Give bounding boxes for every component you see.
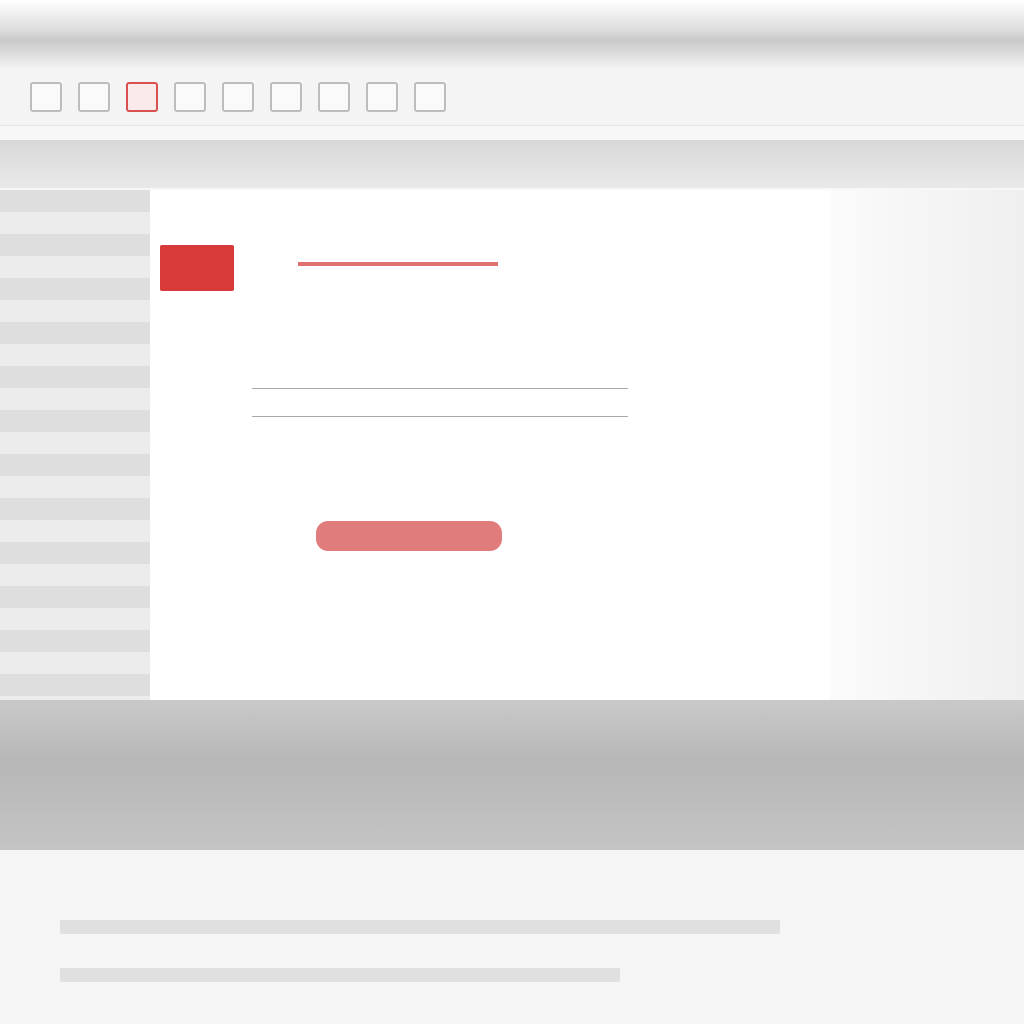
page-icon[interactable] [30, 81, 62, 112]
toolbar [0, 68, 1024, 126]
lower-band [0, 700, 1024, 850]
sub-header-text [160, 172, 620, 188]
help-icon[interactable] [414, 81, 446, 112]
status-badge [160, 245, 234, 291]
mail-icon[interactable] [126, 81, 158, 112]
window-titlebar [0, 0, 1024, 68]
left-sidebar [0, 190, 150, 700]
form-field-3[interactable] [252, 373, 628, 389]
footer-text-line [60, 968, 620, 982]
edit-icon[interactable] [270, 81, 302, 112]
footer-area [0, 850, 1024, 1024]
search-icon[interactable] [318, 81, 350, 112]
footer-text-line [60, 920, 780, 934]
form-field-4[interactable] [252, 401, 628, 417]
settings-icon[interactable] [366, 81, 398, 112]
doc-icon[interactable] [222, 81, 254, 112]
record-title [298, 262, 498, 290]
primary-action-button[interactable] [316, 521, 502, 551]
folder-icon[interactable] [174, 81, 206, 112]
print-icon[interactable] [78, 81, 110, 112]
right-margin [830, 190, 1024, 700]
